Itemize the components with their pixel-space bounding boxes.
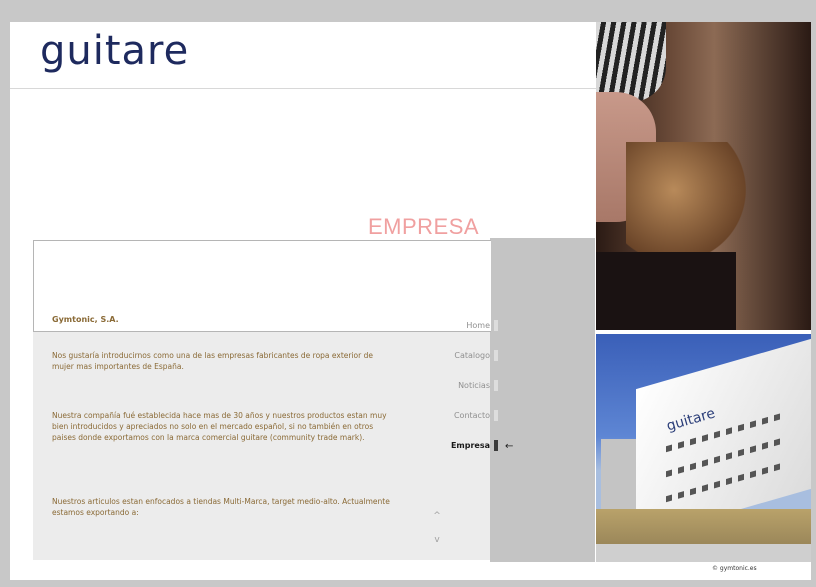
nav-marker — [494, 410, 498, 421]
paragraph-intro: Nos gustaría introducirnos como una de l… — [52, 351, 373, 371]
section-title: EMPRESA — [368, 214, 480, 239]
building-photo: guitare — [596, 334, 811, 562]
nav-item-noticias[interactable]: Noticias — [458, 380, 498, 391]
nav-item-home[interactable]: Home — [466, 320, 498, 331]
active-arrow-icon: ← — [505, 441, 514, 452]
nav-marker — [494, 320, 498, 331]
photo-garment-shape — [596, 252, 736, 330]
nav-item-label: Home — [466, 321, 490, 330]
nav-item-label: Noticias — [458, 381, 490, 390]
paragraph-target: Nuestros articulos estan enfocados a tie… — [52, 497, 390, 517]
photo-road — [596, 544, 811, 562]
paragraph-history: Nuestra compañía fué establecida hace ma… — [52, 411, 387, 442]
nav-item-label: Empresa — [450, 441, 490, 450]
brand-logo[interactable]: guitare — [40, 28, 189, 74]
nav-marker — [494, 380, 498, 391]
nav-marker — [494, 440, 498, 451]
photo-hair-shape — [626, 142, 746, 262]
photo-building-side — [601, 439, 641, 509]
nav-item-label: Catalogo — [454, 351, 490, 360]
copyright-text: © gymtonic.es — [712, 565, 757, 572]
company-name: Gymtonic, S.A. — [52, 315, 119, 324]
model-photo — [596, 22, 811, 330]
nav-item-contacto[interactable]: Contacto — [454, 410, 498, 421]
nav-item-label: Contacto — [453, 411, 490, 420]
scroll-up-icon[interactable]: ^ — [431, 511, 443, 521]
nav-item-empresa[interactable]: Empresa — [451, 440, 498, 451]
nav-marker — [494, 350, 498, 361]
nav-item-catalogo[interactable]: Catalogo — [454, 350, 498, 361]
scroll-down-icon[interactable]: v — [431, 535, 443, 545]
nav-column — [490, 238, 595, 562]
photo-hat-shape — [596, 22, 666, 102]
